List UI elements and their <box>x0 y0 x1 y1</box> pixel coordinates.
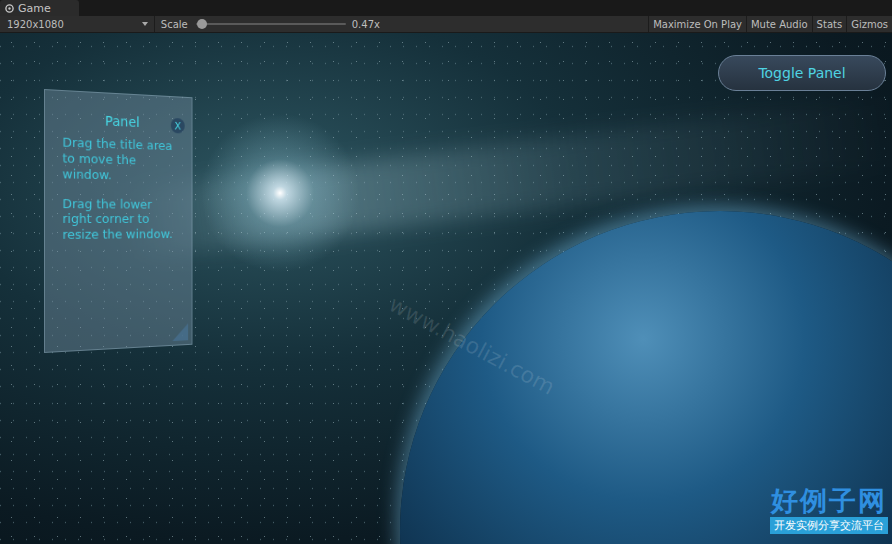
unity-icon <box>5 4 14 13</box>
toolbar-button[interactable]: Gizmos <box>846 16 892 32</box>
panel-title: Panel <box>105 113 140 132</box>
toolbar-button[interactable]: Maximize On Play <box>648 16 746 32</box>
unity-game-view: Game 1920x1080 Scale 0.47x Maximize On P… <box>0 0 892 544</box>
dropdown-arrows-icon <box>142 22 148 26</box>
resize-handle-icon[interactable] <box>173 323 189 341</box>
resolution-dropdown[interactable]: 1920x1080 <box>0 16 155 32</box>
scale-slider[interactable] <box>196 19 346 29</box>
game-tab[interactable]: Game <box>0 0 79 16</box>
scale-label: Scale <box>161 19 188 30</box>
ui-panel[interactable]: Panel X Drag the title area to move the … <box>44 89 192 353</box>
panel-title-bar[interactable]: Panel X <box>62 111 179 133</box>
game-scene: www.haolizi.com Panel X Drag the title a… <box>0 33 892 544</box>
toolbar-button[interactable]: Mute Audio <box>746 16 812 32</box>
panel-text: Drag the lower right corner to resize th… <box>62 196 179 243</box>
scale-reading: 0.47x <box>352 19 380 30</box>
tab-bar: Game <box>0 0 892 16</box>
toggle-panel-button[interactable]: Toggle Panel <box>718 55 886 91</box>
close-button[interactable]: X <box>171 118 185 134</box>
toolbar: 1920x1080 Scale 0.47x Maximize On PlayMu… <box>0 16 892 33</box>
watermark: 好例子网 开发实例分享交流平台 <box>770 485 888 534</box>
toolbar-button[interactable]: Stats <box>812 16 847 32</box>
panel-text: Drag the title area to move the window. <box>62 135 179 184</box>
bright-star <box>200 113 360 273</box>
